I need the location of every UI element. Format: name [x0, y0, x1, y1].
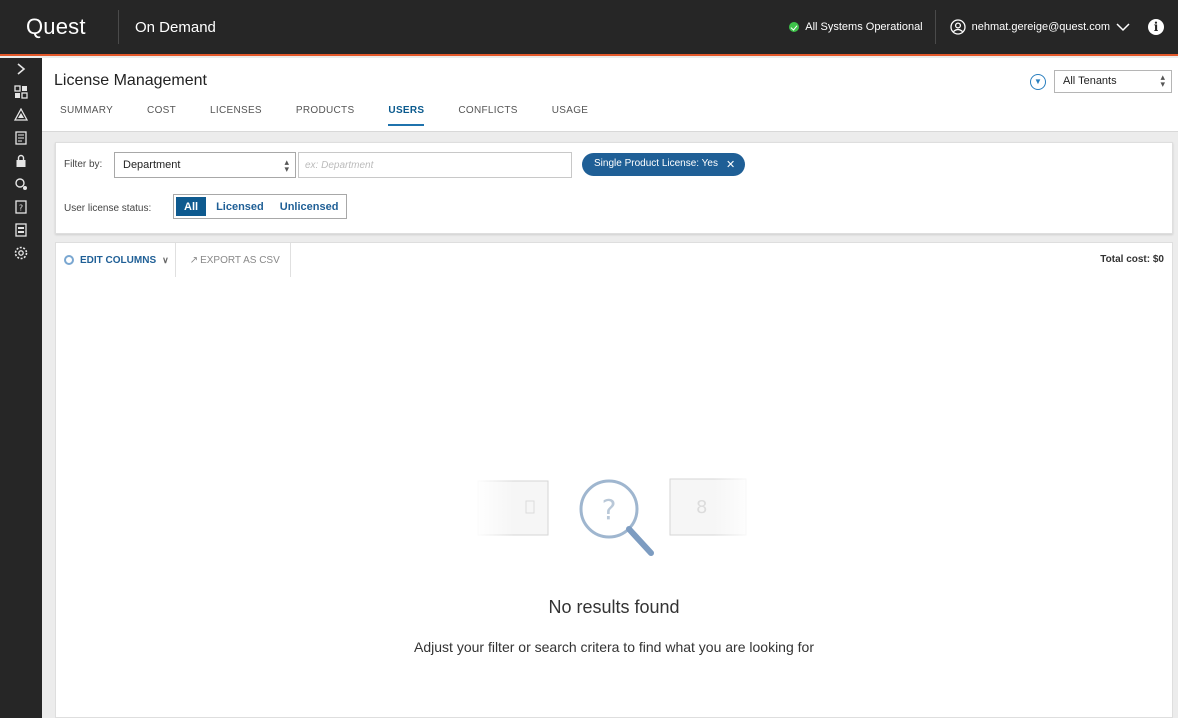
migration-icon[interactable]: [0, 172, 42, 195]
quest-logo[interactable]: Quest: [26, 14, 118, 40]
status-option-unlicensed[interactable]: Unlicensed: [272, 195, 347, 218]
total-cost: Total cost: $0: [1100, 254, 1164, 265]
tab-users[interactable]: USERS: [388, 105, 425, 126]
license-status-label: User license status:: [64, 203, 152, 214]
info-icon[interactable]: i: [1148, 19, 1164, 35]
tab-bar: SUMMARY COST LICENSES PRODUCTS USERS CON…: [60, 105, 622, 126]
close-icon[interactable]: ✕: [726, 158, 735, 176]
reports-icon[interactable]: [0, 126, 42, 149]
filter-by-label: Filter by:: [64, 159, 103, 170]
tab-usage[interactable]: USAGE: [552, 105, 589, 126]
user-icon: [949, 19, 966, 35]
svg-text:8: 8: [696, 497, 707, 518]
gear-icon: [64, 255, 74, 265]
page-header: License Management SUMMARY COST LICENSES…: [42, 58, 1178, 132]
divider: [118, 10, 119, 44]
status-option-all[interactable]: All: [176, 197, 207, 216]
settings-icon[interactable]: [0, 241, 42, 264]
chevron-right-icon[interactable]: [0, 58, 42, 80]
export-icon: ↗: [189, 254, 199, 266]
product-name[interactable]: On Demand: [135, 19, 216, 36]
no-results-title: No results found: [548, 597, 680, 617]
license-status-toggle: All Licensed Unlicensed: [173, 194, 348, 219]
select-arrows-icon: ▴ ▾: [284, 157, 289, 174]
active-filter-chip[interactable]: Single Product License: Yes ✕: [582, 153, 746, 176]
check-circle-icon: [789, 22, 800, 32]
svg-text:?: ?: [602, 493, 617, 526]
export-csv-button[interactable]: ↗ EXPORT AS CSV: [176, 243, 291, 277]
tab-licenses[interactable]: LICENSES: [210, 105, 262, 126]
system-status-label: All Systems Operational: [805, 21, 923, 33]
tab-conflicts[interactable]: CONFLICTS: [458, 105, 517, 126]
results-toolbar: EDIT COLUMNS ∨ ↗ EXPORT AS CSV: [56, 243, 291, 277]
tab-products[interactable]: PRODUCTS: [296, 105, 355, 126]
filter-field-select[interactable]: Department ▴ ▾: [114, 152, 296, 178]
chevron-down-icon: [1116, 23, 1130, 32]
edit-columns-button[interactable]: EDIT COLUMNS ∨: [56, 243, 176, 277]
tenant-select[interactable]: All Tenants ▴ ▾: [1054, 70, 1172, 93]
left-nav: ?: [0, 58, 42, 718]
filter-icon[interactable]: ▼: [1030, 73, 1046, 90]
no-results-message: Adjust your filter or search critera to …: [414, 639, 814, 655]
system-status[interactable]: All Systems Operational: [789, 21, 934, 33]
alerts-icon[interactable]: [0, 103, 42, 126]
user-email: nehmat.gereige@quest.com: [971, 21, 1110, 33]
tenant-select-value: All Tenants: [1063, 75, 1117, 87]
export-label: EXPORT AS CSV: [200, 254, 280, 266]
results-panel: EDIT COLUMNS ∨ ↗ EXPORT AS CSV Total cos…: [55, 242, 1173, 718]
user-menu[interactable]: nehmat.gereige@quest.com: [936, 19, 1138, 35]
filter-panel: Filter by: Department ▴ ▾ ex: Department …: [55, 142, 1173, 234]
lock-icon[interactable]: [0, 149, 42, 172]
page-title: License Management: [54, 72, 207, 89]
top-bar: Quest On Demand All Systems Operational …: [0, 0, 1178, 56]
edit-columns-label: EDIT COLUMNS: [80, 254, 157, 266]
tab-cost[interactable]: COST: [147, 105, 176, 126]
select-arrows-icon: ▴ ▾: [1160, 72, 1165, 89]
filter-field-value: Department: [123, 159, 181, 171]
chevron-down-icon: ∨: [162, 254, 169, 265]
svg-text:?: ?: [19, 203, 23, 212]
documents-icon[interactable]: [0, 218, 42, 241]
status-option-licensed[interactable]: Licensed: [208, 195, 272, 218]
tab-summary[interactable]: SUMMARY: [60, 105, 113, 126]
dashboard-icon[interactable]: [0, 80, 42, 103]
no-results-illustration: 8 ?: [474, 471, 754, 556]
help-icon[interactable]: ?: [0, 195, 42, 218]
filter-value-input[interactable]: ex: Department: [298, 152, 572, 178]
filter-chip-label: Single Product License: Yes: [594, 158, 718, 169]
